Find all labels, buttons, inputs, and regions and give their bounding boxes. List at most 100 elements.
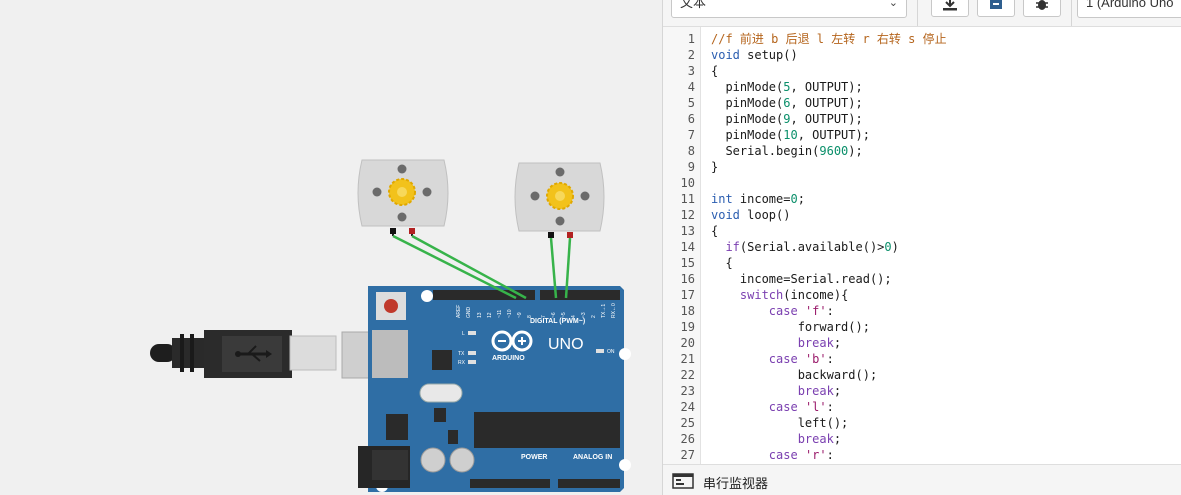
code-line[interactable]: break; [711, 383, 841, 399]
code-line[interactable]: void loop() [711, 207, 790, 223]
toolbar-divider [917, 0, 918, 26]
pin-label-9: ~9 [517, 312, 523, 318]
circuit-canvas[interactable]: AREF GND 13 12 ~11 ~10 ~9 8 7 ~6 ~5 4 ~3… [0, 0, 662, 495]
pin-label-tx1: TX→1 [601, 304, 607, 318]
pin-label-rx0: RX←0 [611, 303, 617, 318]
pin-label-aref: AREF [456, 305, 462, 318]
line-number: 26 [680, 432, 695, 446]
code-line[interactable]: { [711, 63, 718, 79]
debug-button[interactable] [1023, 0, 1061, 17]
upload-icon [990, 0, 1002, 9]
code-line[interactable]: break; [711, 335, 841, 351]
code-line[interactable]: int income=0; [711, 191, 805, 207]
serial-monitor-bar[interactable]: 串行监视器 [663, 464, 1181, 495]
code-mode-select[interactable]: 文本 ⌄ [671, 0, 907, 18]
line-number: 24 [680, 400, 695, 414]
gear-icon [388, 178, 416, 206]
line-number: 11 [680, 192, 695, 206]
arduino-uno-board[interactable]: AREF GND 13 12 ~11 ~10 ~9 8 7 ~6 ~5 4 ~3… [358, 286, 631, 492]
code-line[interactable]: pinMode(6, OUTPUT); [711, 95, 862, 111]
line-number: 22 [680, 368, 695, 382]
line-number: 12 [680, 208, 695, 222]
code-line[interactable]: pinMode(5, OUTPUT); [711, 79, 862, 95]
led-label-on: ON [607, 349, 615, 355]
code-line[interactable]: case 'b': [711, 351, 834, 367]
code-line[interactable]: //f 前进 b 后退 l 左转 r 右转 s 停止 [711, 31, 947, 47]
code-line[interactable]: pinMode(10, OUTPUT); [711, 127, 870, 143]
line-number: 2 [687, 48, 695, 62]
code-line[interactable]: income=Serial.read(); [711, 271, 892, 287]
code-line[interactable]: switch(income){ [711, 287, 848, 303]
digital-label: DIGITAL (PWM~) [530, 318, 585, 325]
toolbar-divider [1071, 0, 1072, 26]
line-number: 8 [687, 144, 695, 158]
line-number: 20 [680, 336, 695, 350]
led-label-tx: TX [458, 351, 465, 357]
code-line[interactable]: case 'r': [711, 447, 834, 463]
pin-label-gnd: GND [466, 307, 472, 319]
dc-motor-2[interactable] [514, 162, 605, 238]
code-line[interactable]: void setup() [711, 47, 798, 63]
line-number: 6 [687, 112, 695, 126]
pin-label-2: 2 [591, 315, 597, 318]
board-brand: ARDUINO [492, 355, 525, 362]
circuit-svg: AREF GND 13 12 ~11 ~10 ~9 8 7 ~6 ~5 4 ~3… [150, 159, 631, 492]
line-number: 16 [680, 272, 695, 286]
analog-header [558, 479, 620, 488]
board-select[interactable]: 1 (Arduino Uno [1077, 0, 1181, 18]
atmega-chip [474, 412, 620, 448]
pin-label-12: 12 [487, 312, 493, 318]
serial-monitor-label: 串行监视器 [703, 476, 769, 491]
line-number: 3 [687, 64, 695, 78]
analog-label: ANALOG IN [573, 454, 612, 461]
line-number: 4 [687, 80, 695, 94]
download-icon [943, 0, 957, 11]
line-number: 19 [680, 320, 695, 334]
pin-label-11: ~11 [497, 310, 503, 318]
code-line[interactable]: if(Serial.available()>0) [711, 239, 898, 255]
code-editor[interactable]: 1 2 3 4 5 6 7 8 9 10 11 12 13 14 15 16 17 18 19 20 21 22 23 24 2… [663, 27, 1181, 464]
power-label: POWER [521, 454, 547, 461]
gear-icon [546, 182, 574, 210]
code-line[interactable]: forward(); [711, 319, 870, 335]
code-mode-value: 文本 [680, 0, 707, 10]
board-select-value: 1 (Arduino Uno [1086, 0, 1174, 10]
usb-cable[interactable] [150, 330, 407, 379]
pin-label-13: 13 [477, 312, 483, 318]
line-number: 9 [687, 160, 695, 174]
code-line[interactable]: { [711, 223, 718, 239]
serial-monitor-icon [672, 473, 694, 489]
board-model: UNO [548, 336, 584, 353]
digital-header-right [540, 290, 620, 300]
code-panel: 文本 ⌄ 1 (Arduino Uno 1 2 3 4 5 6 7 8 9 10… [662, 0, 1181, 495]
code-line[interactable]: Serial.begin(9600); [711, 143, 862, 159]
led-label-rx: RX [458, 360, 466, 366]
code-line[interactable]: pinMode(9, OUTPUT); [711, 111, 862, 127]
line-number: 15 [680, 256, 695, 270]
line-number: 27 [680, 448, 695, 462]
code-line[interactable]: break; [711, 431, 841, 447]
line-number: 7 [687, 128, 695, 142]
line-number: 10 [680, 176, 695, 190]
code-line[interactable]: backward(); [711, 367, 877, 383]
download-button[interactable] [931, 0, 969, 17]
dc-motor-1[interactable] [357, 159, 449, 236]
bug-icon [1036, 0, 1048, 10]
code-line[interactable]: } [711, 159, 718, 175]
line-number: 14 [680, 240, 695, 254]
code-line[interactable]: { [711, 255, 732, 271]
line-number: 21 [680, 352, 695, 366]
code-line[interactable]: case 'l': [711, 399, 834, 415]
code-line[interactable]: case 'f': [711, 303, 834, 319]
power-header [470, 479, 550, 488]
chevron-down-icon: ⌄ [888, 0, 898, 9]
line-number: 17 [680, 288, 695, 302]
upload-button[interactable] [977, 0, 1015, 17]
line-number: 13 [680, 224, 695, 238]
code-line[interactable]: left(); [711, 415, 849, 431]
pin-label-10: ~10 [507, 309, 513, 318]
led-label-l: L [462, 331, 465, 337]
line-number-gutter: 1 2 3 4 5 6 7 8 9 10 11 12 13 14 15 16 17 18 19 20 21 22 23 24 2… [663, 27, 701, 464]
line-number: 25 [680, 416, 695, 430]
line-number: 18 [680, 304, 695, 318]
